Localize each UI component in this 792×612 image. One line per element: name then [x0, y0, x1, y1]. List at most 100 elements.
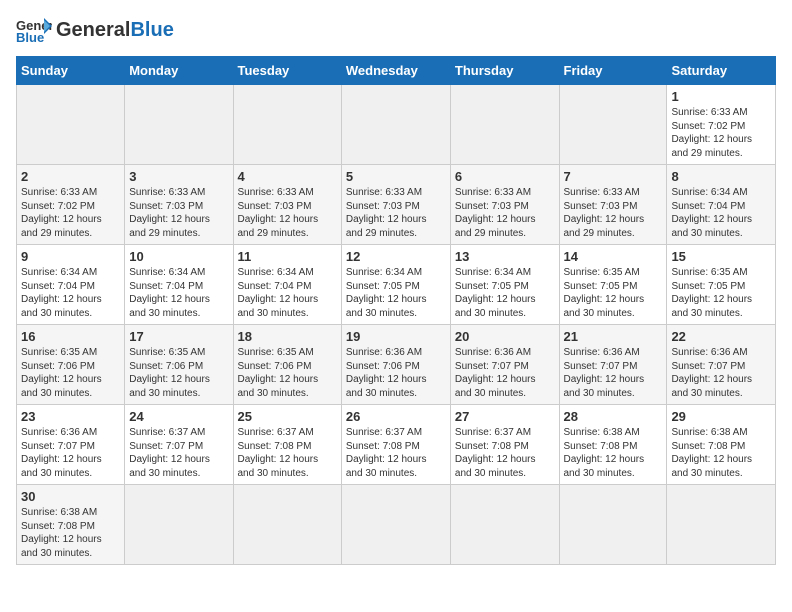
- day-number: 10: [129, 249, 228, 264]
- day-info: Sunrise: 6:38 AM Sunset: 7:08 PM Dayligh…: [671, 426, 771, 480]
- day-info: Sunrise: 6:33 AM Sunset: 7:03 PM Dayligh…: [564, 186, 663, 240]
- day-number: 25: [238, 409, 337, 424]
- day-number: 13: [455, 249, 555, 264]
- svg-text:Blue: Blue: [16, 30, 44, 44]
- calendar-cell: 22 Sunrise: 6:36 AM Sunset: 7:07 PM Dayli…: [667, 325, 776, 405]
- calendar-week-row: 2 Sunrise: 6:33 AM Sunset: 7:02 PM Daylig…: [17, 165, 776, 245]
- calendar-week-row: 23Sunrise: 6:36 AM Sunset: 7:07 PM Dayli…: [17, 405, 776, 485]
- day-info: Sunrise: 6:35 AM Sunset: 7:06 PM Dayligh…: [129, 346, 228, 400]
- calendar-cell: [559, 85, 667, 165]
- logo-text: GeneralBlue: [56, 19, 174, 42]
- day-number: 8: [671, 169, 771, 184]
- day-of-week-header: Tuesday: [233, 57, 341, 85]
- day-of-week-header: Sunday: [17, 57, 125, 85]
- calendar-cell: 14 Sunrise: 6:35 AM Sunset: 7:05 PM Dayli…: [559, 245, 667, 325]
- calendar-cell: [559, 485, 667, 565]
- day-of-week-header: Friday: [559, 57, 667, 85]
- calendar-cell: 7 Sunrise: 6:33 AM Sunset: 7:03 PM Daylig…: [559, 165, 667, 245]
- day-number: 11: [238, 249, 337, 264]
- calendar-cell: [233, 85, 341, 165]
- calendar-cell: 27Sunrise: 6:37 AM Sunset: 7:08 PM Dayli…: [450, 405, 559, 485]
- logo: General Blue GeneralBlue: [16, 16, 174, 44]
- day-info: Sunrise: 6:33 AM Sunset: 7:03 PM Dayligh…: [455, 186, 555, 240]
- day-info: Sunrise: 6:34 AM Sunset: 7:04 PM Dayligh…: [238, 266, 337, 320]
- calendar-cell: [125, 85, 233, 165]
- day-info: Sunrise: 6:35 AM Sunset: 7:06 PM Dayligh…: [238, 346, 337, 400]
- calendar-cell: 10 Sunrise: 6:34 AM Sunset: 7:04 PM Dayli…: [125, 245, 233, 325]
- calendar-cell: 20 Sunrise: 6:36 AM Sunset: 7:07 PM Dayli…: [450, 325, 559, 405]
- calendar-cell: 13 Sunrise: 6:34 AM Sunset: 7:05 PM Dayli…: [450, 245, 559, 325]
- header: General Blue GeneralBlue: [16, 16, 776, 44]
- day-info: Sunrise: 6:34 AM Sunset: 7:04 PM Dayligh…: [21, 266, 120, 320]
- calendar-cell: 30 Sunrise: 6:38 AM Sunset: 7:08 PM Dayli…: [17, 485, 125, 565]
- day-number: 2: [21, 169, 120, 184]
- calendar-cell: 4 Sunrise: 6:33 AM Sunset: 7:03 PM Daylig…: [233, 165, 341, 245]
- calendar-cell: 2 Sunrise: 6:33 AM Sunset: 7:02 PM Daylig…: [17, 165, 125, 245]
- day-info: Sunrise: 6:35 AM Sunset: 7:06 PM Dayligh…: [21, 346, 120, 400]
- calendar-cell: 1Sunrise: 6:33 AM Sunset: 7:02 PM Daylig…: [667, 85, 776, 165]
- day-info: Sunrise: 6:34 AM Sunset: 7:04 PM Dayligh…: [129, 266, 228, 320]
- calendar-cell: 28 Sunrise: 6:38 AM Sunset: 7:08 PM Dayli…: [559, 405, 667, 485]
- day-of-week-header: Saturday: [667, 57, 776, 85]
- day-number: 16: [21, 329, 120, 344]
- calendar-cell: [667, 485, 776, 565]
- day-info: Sunrise: 6:34 AM Sunset: 7:05 PM Dayligh…: [455, 266, 555, 320]
- calendar-cell: 25 Sunrise: 6:37 AM Sunset: 7:08 PM Dayli…: [233, 405, 341, 485]
- calendar-cell: 11 Sunrise: 6:34 AM Sunset: 7:04 PM Dayli…: [233, 245, 341, 325]
- calendar-cell: 5Sunrise: 6:33 AM Sunset: 7:03 PM Daylig…: [341, 165, 450, 245]
- calendar-cell: 21 Sunrise: 6:36 AM Sunset: 7:07 PM Dayli…: [559, 325, 667, 405]
- day-number: 30: [21, 489, 120, 504]
- day-number: 1: [671, 89, 771, 104]
- calendar-cell: [341, 85, 450, 165]
- logo-icon: General Blue: [16, 16, 52, 44]
- calendar-cell: 6Sunrise: 6:33 AM Sunset: 7:03 PM Daylig…: [450, 165, 559, 245]
- calendar-cell: 19 Sunrise: 6:36 AM Sunset: 7:06 PM Dayli…: [341, 325, 450, 405]
- day-number: 4: [238, 169, 337, 184]
- day-info: Sunrise: 6:33 AM Sunset: 7:02 PM Dayligh…: [21, 186, 120, 240]
- day-number: 21: [564, 329, 663, 344]
- day-info: Sunrise: 6:38 AM Sunset: 7:08 PM Dayligh…: [21, 506, 120, 560]
- day-number: 24: [129, 409, 228, 424]
- day-info: Sunrise: 6:35 AM Sunset: 7:05 PM Dayligh…: [564, 266, 663, 320]
- day-info: Sunrise: 6:37 AM Sunset: 7:08 PM Dayligh…: [238, 426, 337, 480]
- day-info: Sunrise: 6:36 AM Sunset: 7:07 PM Dayligh…: [671, 346, 771, 400]
- day-info: Sunrise: 6:38 AM Sunset: 7:08 PM Dayligh…: [564, 426, 663, 480]
- calendar-cell: [341, 485, 450, 565]
- calendar-cell: [125, 485, 233, 565]
- day-number: 12: [346, 249, 446, 264]
- day-number: 7: [564, 169, 663, 184]
- calendar-cell: [450, 85, 559, 165]
- day-number: 29: [671, 409, 771, 424]
- day-number: 3: [129, 169, 228, 184]
- day-number: 27: [455, 409, 555, 424]
- calendar-cell: 29 Sunrise: 6:38 AM Sunset: 7:08 PM Dayli…: [667, 405, 776, 485]
- calendar-week-row: 16 Sunrise: 6:35 AM Sunset: 7:06 PM Dayli…: [17, 325, 776, 405]
- day-number: 5: [346, 169, 446, 184]
- calendar-cell: 23Sunrise: 6:36 AM Sunset: 7:07 PM Dayli…: [17, 405, 125, 485]
- day-number: 23: [21, 409, 120, 424]
- day-number: 15: [671, 249, 771, 264]
- calendar-cell: 26Sunrise: 6:37 AM Sunset: 7:08 PM Dayli…: [341, 405, 450, 485]
- day-info: Sunrise: 6:33 AM Sunset: 7:03 PM Dayligh…: [129, 186, 228, 240]
- day-info: Sunrise: 6:34 AM Sunset: 7:04 PM Dayligh…: [671, 186, 771, 240]
- day-number: 9: [21, 249, 120, 264]
- day-info: Sunrise: 6:33 AM Sunset: 7:03 PM Dayligh…: [238, 186, 337, 240]
- day-of-week-header: Monday: [125, 57, 233, 85]
- day-number: 22: [671, 329, 771, 344]
- day-info: Sunrise: 6:36 AM Sunset: 7:07 PM Dayligh…: [564, 346, 663, 400]
- day-number: 19: [346, 329, 446, 344]
- day-number: 26: [346, 409, 446, 424]
- day-number: 20: [455, 329, 555, 344]
- day-number: 14: [564, 249, 663, 264]
- calendar-cell: 8 Sunrise: 6:34 AM Sunset: 7:04 PM Daylig…: [667, 165, 776, 245]
- day-number: 18: [238, 329, 337, 344]
- calendar-cell: 18 Sunrise: 6:35 AM Sunset: 7:06 PM Dayli…: [233, 325, 341, 405]
- day-info: Sunrise: 6:37 AM Sunset: 7:07 PM Dayligh…: [129, 426, 228, 480]
- day-info: Sunrise: 6:36 AM Sunset: 7:06 PM Dayligh…: [346, 346, 446, 400]
- day-of-week-header: Wednesday: [341, 57, 450, 85]
- day-info: Sunrise: 6:36 AM Sunset: 7:07 PM Dayligh…: [455, 346, 555, 400]
- calendar-cell: 24 Sunrise: 6:37 AM Sunset: 7:07 PM Dayli…: [125, 405, 233, 485]
- calendar-cell: [450, 485, 559, 565]
- day-info: Sunrise: 6:34 AM Sunset: 7:05 PM Dayligh…: [346, 266, 446, 320]
- day-number: 28: [564, 409, 663, 424]
